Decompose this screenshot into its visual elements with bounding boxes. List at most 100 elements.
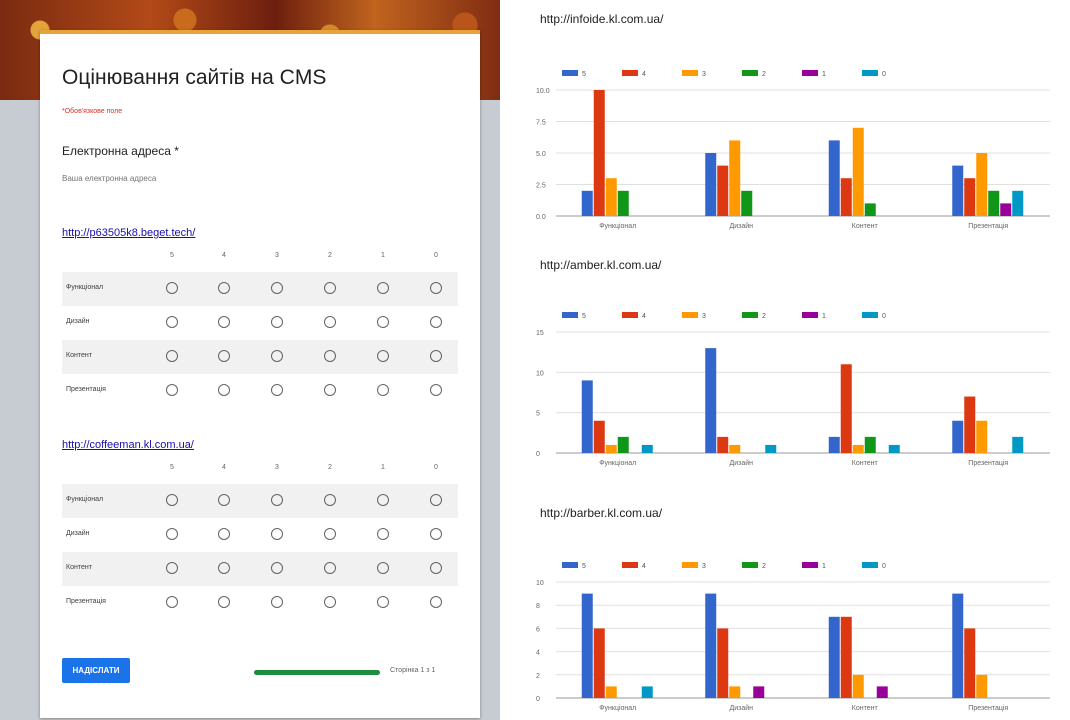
legend-swatch	[682, 312, 698, 318]
radio-button[interactable]	[377, 282, 389, 294]
radio-button[interactable]	[430, 528, 442, 540]
radio-button[interactable]	[218, 350, 230, 362]
site-link-1[interactable]: http://p63505k8.beget.tech/	[62, 227, 195, 239]
radio-button[interactable]	[166, 350, 178, 362]
radio-button[interactable]	[166, 282, 178, 294]
bar	[593, 420, 605, 453]
radio-button[interactable]	[324, 282, 336, 294]
bar	[729, 686, 741, 698]
radio-button[interactable]	[271, 528, 283, 540]
radio-button[interactable]	[324, 596, 336, 608]
radio-button[interactable]	[377, 494, 389, 506]
radio-button[interactable]	[218, 528, 230, 540]
legend-swatch	[682, 562, 698, 568]
bar	[717, 628, 729, 698]
radio-button[interactable]	[430, 282, 442, 294]
radio-button[interactable]	[218, 384, 230, 396]
radio-button[interactable]	[271, 562, 283, 574]
row-label: Презентація	[66, 386, 106, 393]
row-label: Дизайн	[66, 530, 90, 537]
radio-button[interactable]	[271, 350, 283, 362]
bar	[593, 628, 605, 698]
radio-button[interactable]	[218, 562, 230, 574]
email-label: Електронна адреса *	[62, 144, 179, 158]
radio-button[interactable]	[377, 562, 389, 574]
y-tick-label: 2.5	[536, 183, 546, 190]
radio-button[interactable]	[218, 494, 230, 506]
legend-label: 4	[642, 71, 646, 78]
radio-button[interactable]	[324, 494, 336, 506]
bar	[852, 674, 864, 698]
bar	[581, 593, 593, 698]
radio-button[interactable]	[324, 562, 336, 574]
bar	[864, 203, 876, 216]
legend-label: 3	[702, 313, 706, 320]
legend-swatch	[562, 562, 578, 568]
legend-label: 1	[822, 313, 826, 320]
legend-swatch	[802, 562, 818, 568]
radio-button[interactable]	[324, 528, 336, 540]
radio-button[interactable]	[377, 384, 389, 396]
bar	[705, 348, 717, 453]
radio-button[interactable]	[324, 316, 336, 328]
radio-button[interactable]	[430, 562, 442, 574]
radio-button[interactable]	[271, 596, 283, 608]
radio-button[interactable]	[324, 350, 336, 362]
submit-button[interactable]: НАДІСЛАТИ	[62, 658, 130, 683]
column-header: 5	[170, 464, 174, 471]
bar	[828, 616, 840, 698]
radio-button[interactable]	[271, 282, 283, 294]
radio-button[interactable]	[377, 596, 389, 608]
bar	[605, 178, 617, 216]
radio-button[interactable]	[377, 316, 389, 328]
legend-swatch	[862, 312, 878, 318]
y-tick-label: 8	[536, 603, 540, 610]
y-tick-label: 0.0	[536, 214, 546, 221]
radio-button[interactable]	[218, 282, 230, 294]
legend-label: 0	[882, 563, 886, 570]
site-link-2[interactable]: http://coffeeman.kl.com.ua/	[62, 439, 194, 451]
y-tick-label: 10.0	[536, 88, 550, 95]
radio-button[interactable]	[166, 494, 178, 506]
radio-button[interactable]	[377, 350, 389, 362]
radio-button[interactable]	[166, 562, 178, 574]
grid-row: Функціонал	[62, 272, 458, 306]
bar	[705, 593, 717, 698]
legend-swatch	[802, 312, 818, 318]
progress-bar	[254, 670, 380, 675]
radio-button[interactable]	[377, 528, 389, 540]
email-field[interactable]	[62, 174, 292, 183]
x-tick-label: Контент	[852, 223, 879, 230]
bar	[952, 165, 964, 216]
radio-button[interactable]	[430, 596, 442, 608]
radio-button[interactable]	[166, 316, 178, 328]
bar	[876, 686, 888, 698]
radio-button[interactable]	[271, 384, 283, 396]
x-tick-label: Презентація	[968, 459, 1008, 467]
radio-button[interactable]	[271, 316, 283, 328]
bar	[952, 593, 964, 698]
bar	[964, 628, 976, 698]
row-label: Функціонал	[66, 496, 104, 503]
radio-button[interactable]	[166, 596, 178, 608]
radio-button[interactable]	[430, 350, 442, 362]
row-label: Контент	[66, 352, 92, 359]
legend-swatch	[802, 70, 818, 76]
bar-chart-barber: 5 4 3 2 1 00246810Функціонал Дизайн Контент През…	[536, 562, 1050, 712]
radio-button[interactable]	[166, 528, 178, 540]
y-tick-label: 10	[536, 370, 544, 377]
legend-label: 4	[642, 563, 646, 570]
bar	[729, 444, 741, 453]
bar	[964, 178, 976, 216]
radio-button[interactable]	[324, 384, 336, 396]
grid-header: 5 4 3 2 1 0	[62, 458, 458, 484]
radio-button[interactable]	[430, 384, 442, 396]
radio-button[interactable]	[218, 596, 230, 608]
radio-button[interactable]	[430, 316, 442, 328]
radio-button[interactable]	[430, 494, 442, 506]
radio-button[interactable]	[166, 384, 178, 396]
row-label: Дизайн	[66, 318, 90, 325]
radio-button[interactable]	[218, 316, 230, 328]
radio-button[interactable]	[271, 494, 283, 506]
legend-swatch	[742, 70, 758, 76]
